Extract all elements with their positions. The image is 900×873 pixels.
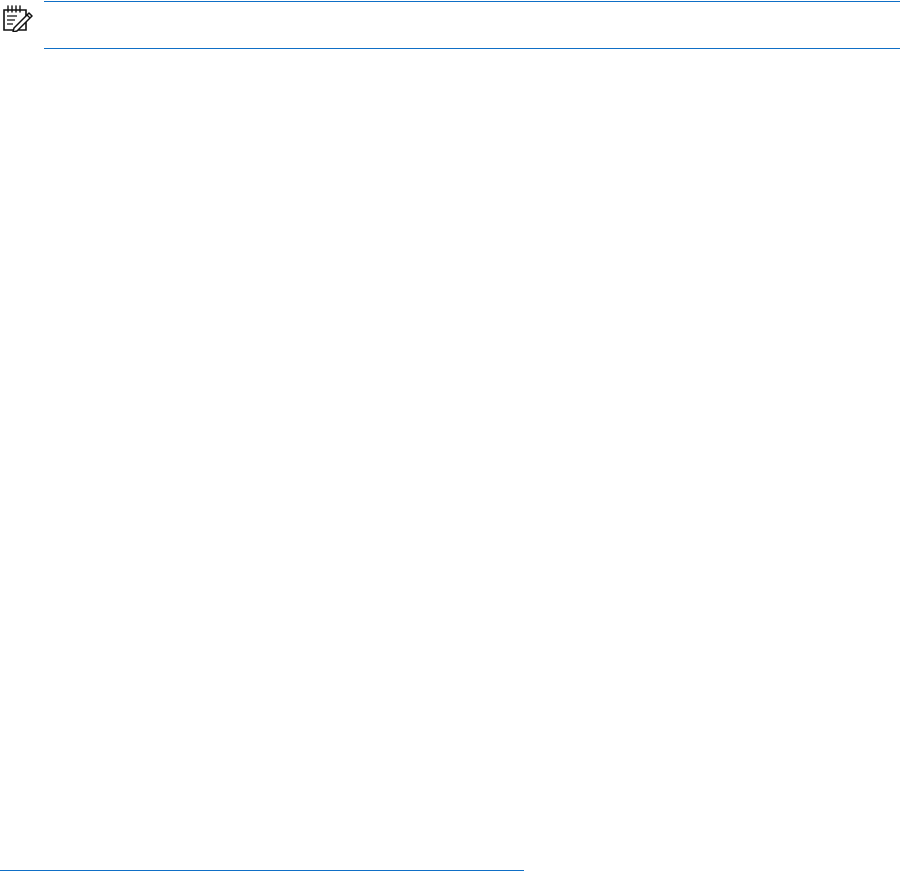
note-top-rule [44,1,900,2]
note-callout [0,0,900,52]
note-icon [2,4,34,32]
footnote-separator-rule [0,870,524,871]
note-bottom-rule [44,48,900,49]
